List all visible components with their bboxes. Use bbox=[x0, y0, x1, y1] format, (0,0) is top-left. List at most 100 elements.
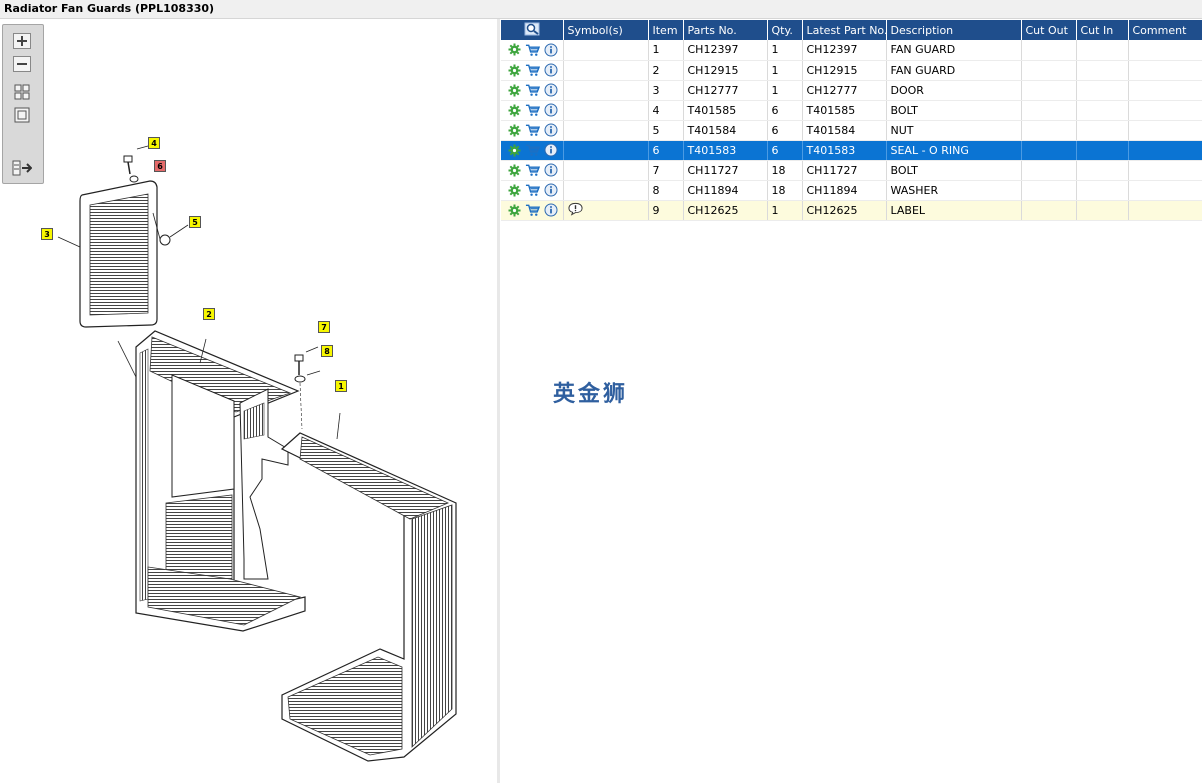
table-row[interactable]: 5 T401584 6 T401584 NUT bbox=[501, 120, 1202, 141]
table-row[interactable]: 6 T401583 6 T401583 SEAL - O RING bbox=[501, 140, 1202, 161]
table-row[interactable]: 3 CH12777 1 CH12777 DOOR bbox=[501, 80, 1202, 101]
cart-icon[interactable] bbox=[525, 123, 540, 138]
square-icon bbox=[14, 107, 30, 123]
column-header-comment[interactable]: Comment bbox=[1128, 20, 1202, 40]
row-actions bbox=[501, 100, 564, 121]
cart-icon[interactable] bbox=[525, 203, 540, 218]
callout-3[interactable]: 3 bbox=[41, 228, 53, 240]
row-comment bbox=[1128, 80, 1202, 101]
cart-icon[interactable] bbox=[525, 63, 540, 78]
cart-icon[interactable] bbox=[525, 163, 540, 178]
gear-icon[interactable] bbox=[507, 143, 522, 158]
row-latest-part-no: CH12777 bbox=[802, 80, 887, 101]
column-header-cut-out[interactable]: Cut Out bbox=[1021, 20, 1077, 40]
info-icon[interactable] bbox=[543, 42, 558, 57]
row-cut-in bbox=[1076, 140, 1129, 161]
table-row[interactable]: 1 CH12397 1 CH12397 FAN GUARD bbox=[501, 40, 1202, 61]
row-cut-out bbox=[1021, 40, 1077, 61]
info-icon[interactable] bbox=[543, 203, 558, 218]
gear-icon[interactable] bbox=[507, 163, 522, 178]
row-description: BOLT bbox=[886, 160, 1022, 181]
fit-window-button[interactable] bbox=[11, 105, 33, 125]
cart-icon[interactable] bbox=[525, 103, 540, 118]
row-actions bbox=[501, 80, 564, 101]
column-header-qty[interactable]: Qty. bbox=[767, 20, 803, 40]
row-symbols bbox=[563, 200, 649, 221]
row-cut-in bbox=[1076, 80, 1129, 101]
zoom-out-button[interactable] bbox=[11, 54, 33, 74]
row-symbols bbox=[563, 120, 649, 141]
column-header-description[interactable]: Description bbox=[886, 20, 1022, 40]
row-cut-out bbox=[1021, 80, 1077, 101]
row-comment bbox=[1128, 140, 1202, 161]
row-symbols bbox=[563, 140, 649, 161]
zoom-in-button[interactable] bbox=[11, 31, 33, 51]
parts-table: Symbol(s) Item Parts No. Qty. Latest Par… bbox=[501, 20, 1202, 221]
fan-guard-part-2 bbox=[117, 330, 306, 632]
info-icon[interactable] bbox=[543, 143, 558, 158]
callout-6[interactable]: 6 bbox=[154, 160, 166, 172]
table-row[interactable]: 7 CH11727 18 CH11727 BOLT bbox=[501, 160, 1202, 181]
cart-icon[interactable] bbox=[525, 42, 540, 57]
row-parts-no: T401585 bbox=[683, 100, 768, 121]
cart-icon[interactable] bbox=[525, 83, 540, 98]
row-actions bbox=[501, 160, 564, 181]
illustration-pane[interactable]: 4 6 5 3 2 7 8 1 bbox=[0, 19, 497, 783]
gear-icon[interactable] bbox=[507, 203, 522, 218]
callout-8[interactable]: 8 bbox=[321, 345, 333, 357]
gear-icon[interactable] bbox=[507, 42, 522, 57]
gear-icon[interactable] bbox=[507, 83, 522, 98]
table-row[interactable]: 8 CH11894 18 CH11894 WASHER bbox=[501, 180, 1202, 201]
gear-icon[interactable] bbox=[507, 103, 522, 118]
row-symbols bbox=[563, 180, 649, 201]
info-icon[interactable] bbox=[543, 123, 558, 138]
table-row[interactable]: 4 T401585 6 T401585 BOLT bbox=[501, 100, 1202, 121]
row-qty: 1 bbox=[767, 80, 803, 101]
row-description: SEAL - O RING bbox=[886, 140, 1022, 161]
fit-all-button[interactable] bbox=[11, 82, 33, 102]
plus-icon bbox=[13, 33, 31, 49]
table-row[interactable]: 2 CH12915 1 CH12915 FAN GUARD bbox=[501, 60, 1202, 81]
row-cut-in bbox=[1076, 200, 1129, 221]
column-header-parts-no[interactable]: Parts No. bbox=[683, 20, 768, 40]
callout-4[interactable]: 4 bbox=[148, 137, 160, 149]
info-icon[interactable] bbox=[543, 183, 558, 198]
gear-icon[interactable] bbox=[507, 183, 522, 198]
row-cut-in bbox=[1076, 180, 1129, 201]
callout-1[interactable]: 1 bbox=[335, 380, 347, 392]
info-icon[interactable] bbox=[543, 83, 558, 98]
gear-icon[interactable] bbox=[507, 63, 522, 78]
row-parts-no: CH12625 bbox=[683, 200, 768, 221]
note-icon[interactable] bbox=[567, 201, 583, 216]
info-icon[interactable] bbox=[543, 63, 558, 78]
row-item: 5 bbox=[648, 120, 684, 141]
column-header-item[interactable]: Item bbox=[648, 20, 684, 40]
cart-icon[interactable] bbox=[525, 143, 540, 158]
row-description: DOOR bbox=[886, 80, 1022, 101]
info-icon[interactable] bbox=[543, 103, 558, 118]
grid-icon bbox=[14, 84, 30, 100]
row-qty: 18 bbox=[767, 180, 803, 201]
callout-2[interactable]: 2 bbox=[203, 308, 215, 320]
pane-toggle-button[interactable] bbox=[11, 158, 33, 178]
callout-7[interactable]: 7 bbox=[318, 321, 330, 333]
row-qty: 1 bbox=[767, 60, 803, 81]
row-item: 9 bbox=[648, 200, 684, 221]
cart-icon[interactable] bbox=[525, 183, 540, 198]
row-cut-in bbox=[1076, 60, 1129, 81]
column-header-symbols[interactable]: Symbol(s) bbox=[563, 20, 649, 40]
gear-icon[interactable] bbox=[507, 123, 522, 138]
column-header-tools[interactable] bbox=[501, 20, 564, 40]
callout-5[interactable]: 5 bbox=[189, 216, 201, 228]
table-row[interactable]: 9 CH12625 1 CH12625 LABEL bbox=[501, 200, 1202, 221]
column-header-cut-in[interactable]: Cut In bbox=[1076, 20, 1129, 40]
magnifier-icon bbox=[524, 22, 540, 35]
column-header-latest-part-no[interactable]: Latest Part No. bbox=[802, 20, 887, 40]
row-cut-out bbox=[1021, 200, 1077, 221]
info-icon[interactable] bbox=[543, 163, 558, 178]
row-latest-part-no: CH12397 bbox=[802, 40, 887, 61]
row-latest-part-no: T401584 bbox=[802, 120, 887, 141]
row-description: FAN GUARD bbox=[886, 40, 1022, 61]
row-cut-out bbox=[1021, 180, 1077, 201]
row-cut-out bbox=[1021, 140, 1077, 161]
